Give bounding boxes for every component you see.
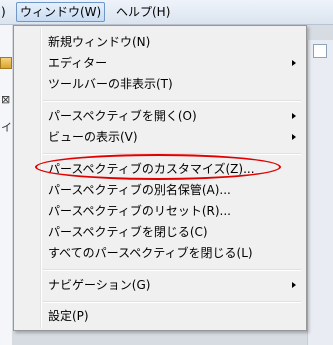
menu-bar: ) ウィンドウ(W) ヘルプ(H) [0,0,333,25]
menubar-item-window[interactable]: ウィンドウ(W) [16,2,106,22]
menu-item-close-perspective[interactable]: パースペクティブを閉じる(C) [16,221,304,243]
submenu-arrow-icon [292,282,296,288]
menu-item-label: 設定(P) [48,309,89,323]
menu-item-save-perspective-as[interactable]: パースペクティブの別名保管(A)... [16,179,304,201]
menu-separator [43,153,301,155]
menu-item-label: パースペクティブを開く(O) [48,109,197,123]
menu-item-open-perspective[interactable]: パースペクティブを開く(O) [16,105,304,127]
submenu-arrow-icon [292,134,296,140]
submenu-arrow-icon [292,60,296,66]
menu-item-show-view[interactable]: ビューの表示(V) [16,126,304,148]
menu-item-label: パースペクティブの別名保管(A)... [48,183,231,197]
menu-item-customize-perspective[interactable]: パースペクティブのカスタマイズ(Z)... [16,154,304,180]
menu-item-reset-perspective[interactable]: パースペクティブのリセット(R)... [16,200,304,222]
submenu-arrow-icon [292,113,296,119]
window-menu-dropdown: 新規ウィンドウ(N) エディター ツールバーの非表示(T) パースペクティブを開… [13,25,307,331]
menu-item-label: 新規ウィンドウ(N) [48,35,151,49]
menu-item-label: すべてのパースペクティブを閉じる(L) [48,246,253,260]
menu-item-label: パースペクティブのリセット(R)... [48,204,231,218]
left-editor-strip: ⊠ イ [0,25,12,345]
right-view-panel [307,40,333,345]
menu-item-hide-toolbar[interactable]: ツールバーの非表示(T) [16,73,304,95]
menubar-item-previous[interactable]: ) [0,3,9,21]
panel-label: イ [1,121,12,134]
menu-separator [43,269,301,271]
menu-item-settings[interactable]: 設定(P) [16,305,304,327]
menu-item-navigation[interactable]: ナビゲーション(G) [16,274,304,296]
menu-separator [43,100,301,102]
menu-item-label: ナビゲーション(G) [48,278,151,292]
menu-item-close-all-perspectives[interactable]: すべてのパースペクティブを閉じる(L) [16,242,304,264]
folder-icon[interactable] [0,57,12,69]
menu-item-new-window[interactable]: 新規ウィンドウ(N) [16,31,304,53]
minimize-icon[interactable] [313,44,327,58]
menubar-item-help[interactable]: ヘルプ(H) [113,3,173,21]
menu-item-label: ビューの表示(V) [48,130,138,144]
menu-item-editor[interactable]: エディター [16,52,304,74]
menu-item-label: パースペクティブを閉じる(C) [48,225,208,239]
close-icon[interactable]: ⊠ [1,93,10,106]
menu-separator [43,301,301,303]
menu-item-label: パースペクティブのカスタマイズ(Z)... [48,162,255,176]
menu-item-label: エディター [48,56,108,70]
menu-item-label: ツールバーの非表示(T) [48,77,173,91]
